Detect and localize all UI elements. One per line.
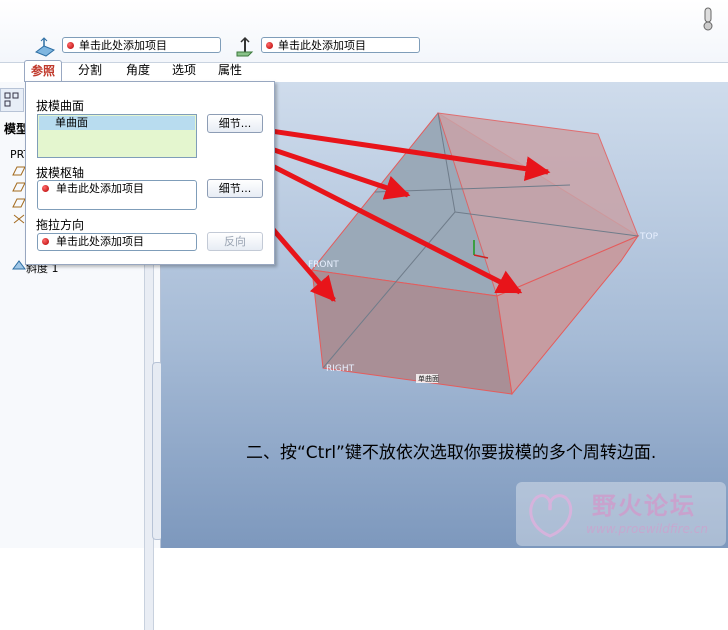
csys-icon bbox=[13, 214, 25, 224]
references-panel: 拔模曲面 单曲面 细节... 拔模枢轴 单击此处添加项目 细节... 拖拉方向 … bbox=[25, 81, 275, 265]
tab-angles[interactable]: 角度 bbox=[118, 60, 158, 81]
draft-surfaces-list[interactable]: 单曲面 bbox=[37, 114, 197, 158]
forum-watermark: 野火论坛 www.proewildfire.cn bbox=[516, 482, 726, 546]
datum-label-right: RIGHT bbox=[326, 364, 355, 374]
draft-hinge-label: 拔模枢轴 bbox=[36, 166, 85, 180]
required-dot-icon bbox=[67, 42, 74, 49]
dashboard-toolbar: 单击此处添加项目 单击此处添加项目 bbox=[0, 0, 728, 63]
draft-surfaces-item[interactable]: 单曲面 bbox=[39, 116, 195, 130]
probe-icon[interactable] bbox=[700, 6, 716, 32]
tab-options[interactable]: 选项 bbox=[164, 60, 204, 81]
draft-feature-icon bbox=[12, 260, 26, 270]
forum-logo-icon bbox=[529, 494, 573, 538]
tree-grid-icon bbox=[4, 92, 19, 107]
draft-hinge-field[interactable]: 单击此处添加项目 bbox=[37, 180, 197, 210]
required-dot-icon bbox=[42, 185, 49, 192]
pull-direction-label: 拖拉方向 bbox=[36, 218, 85, 232]
draft-hinge-details-button[interactable]: 细节... bbox=[207, 179, 263, 198]
tab-references[interactable]: 参照 bbox=[24, 60, 62, 82]
datum-plane-icon bbox=[12, 166, 26, 176]
datum-plane-icon bbox=[12, 198, 26, 208]
required-dot-icon bbox=[266, 42, 273, 49]
draft-hinge-collector[interactable]: 单击此处添加项目 bbox=[261, 37, 420, 53]
watermark-url: www.proewildfire.cn bbox=[586, 522, 708, 536]
datum-label-top: TOP bbox=[639, 232, 659, 242]
draft-surfaces-details-button[interactable]: 细节... bbox=[207, 114, 263, 133]
dashboard-tabs: 参照 分割 角度 选项 属性 bbox=[24, 60, 284, 82]
tutorial-annotation: 二、按“Ctrl”键不放依次选取你要拔模的多个周转边面. bbox=[246, 443, 657, 463]
flip-direction-button[interactable]: 反向 bbox=[207, 232, 263, 251]
draft-surfaces-label: 拔模曲面 bbox=[36, 99, 85, 113]
datum-plane-icon bbox=[12, 182, 26, 192]
draft-hinge-icon[interactable] bbox=[234, 36, 256, 58]
model-tree-tab[interactable] bbox=[0, 88, 24, 112]
surface-tag: 单曲面 bbox=[418, 374, 439, 383]
required-dot-icon bbox=[42, 238, 49, 245]
tab-properties[interactable]: 属性 bbox=[210, 60, 250, 81]
draft-surface-collector[interactable]: 单击此处添加项目 bbox=[62, 37, 221, 53]
pull-direction-field[interactable]: 单击此处添加项目 bbox=[37, 233, 197, 251]
watermark-title: 野火论坛 bbox=[592, 492, 696, 520]
datum-label-front: FRONT bbox=[308, 260, 339, 270]
tab-split[interactable]: 分割 bbox=[70, 60, 110, 81]
draft-surface-icon[interactable] bbox=[34, 36, 56, 58]
